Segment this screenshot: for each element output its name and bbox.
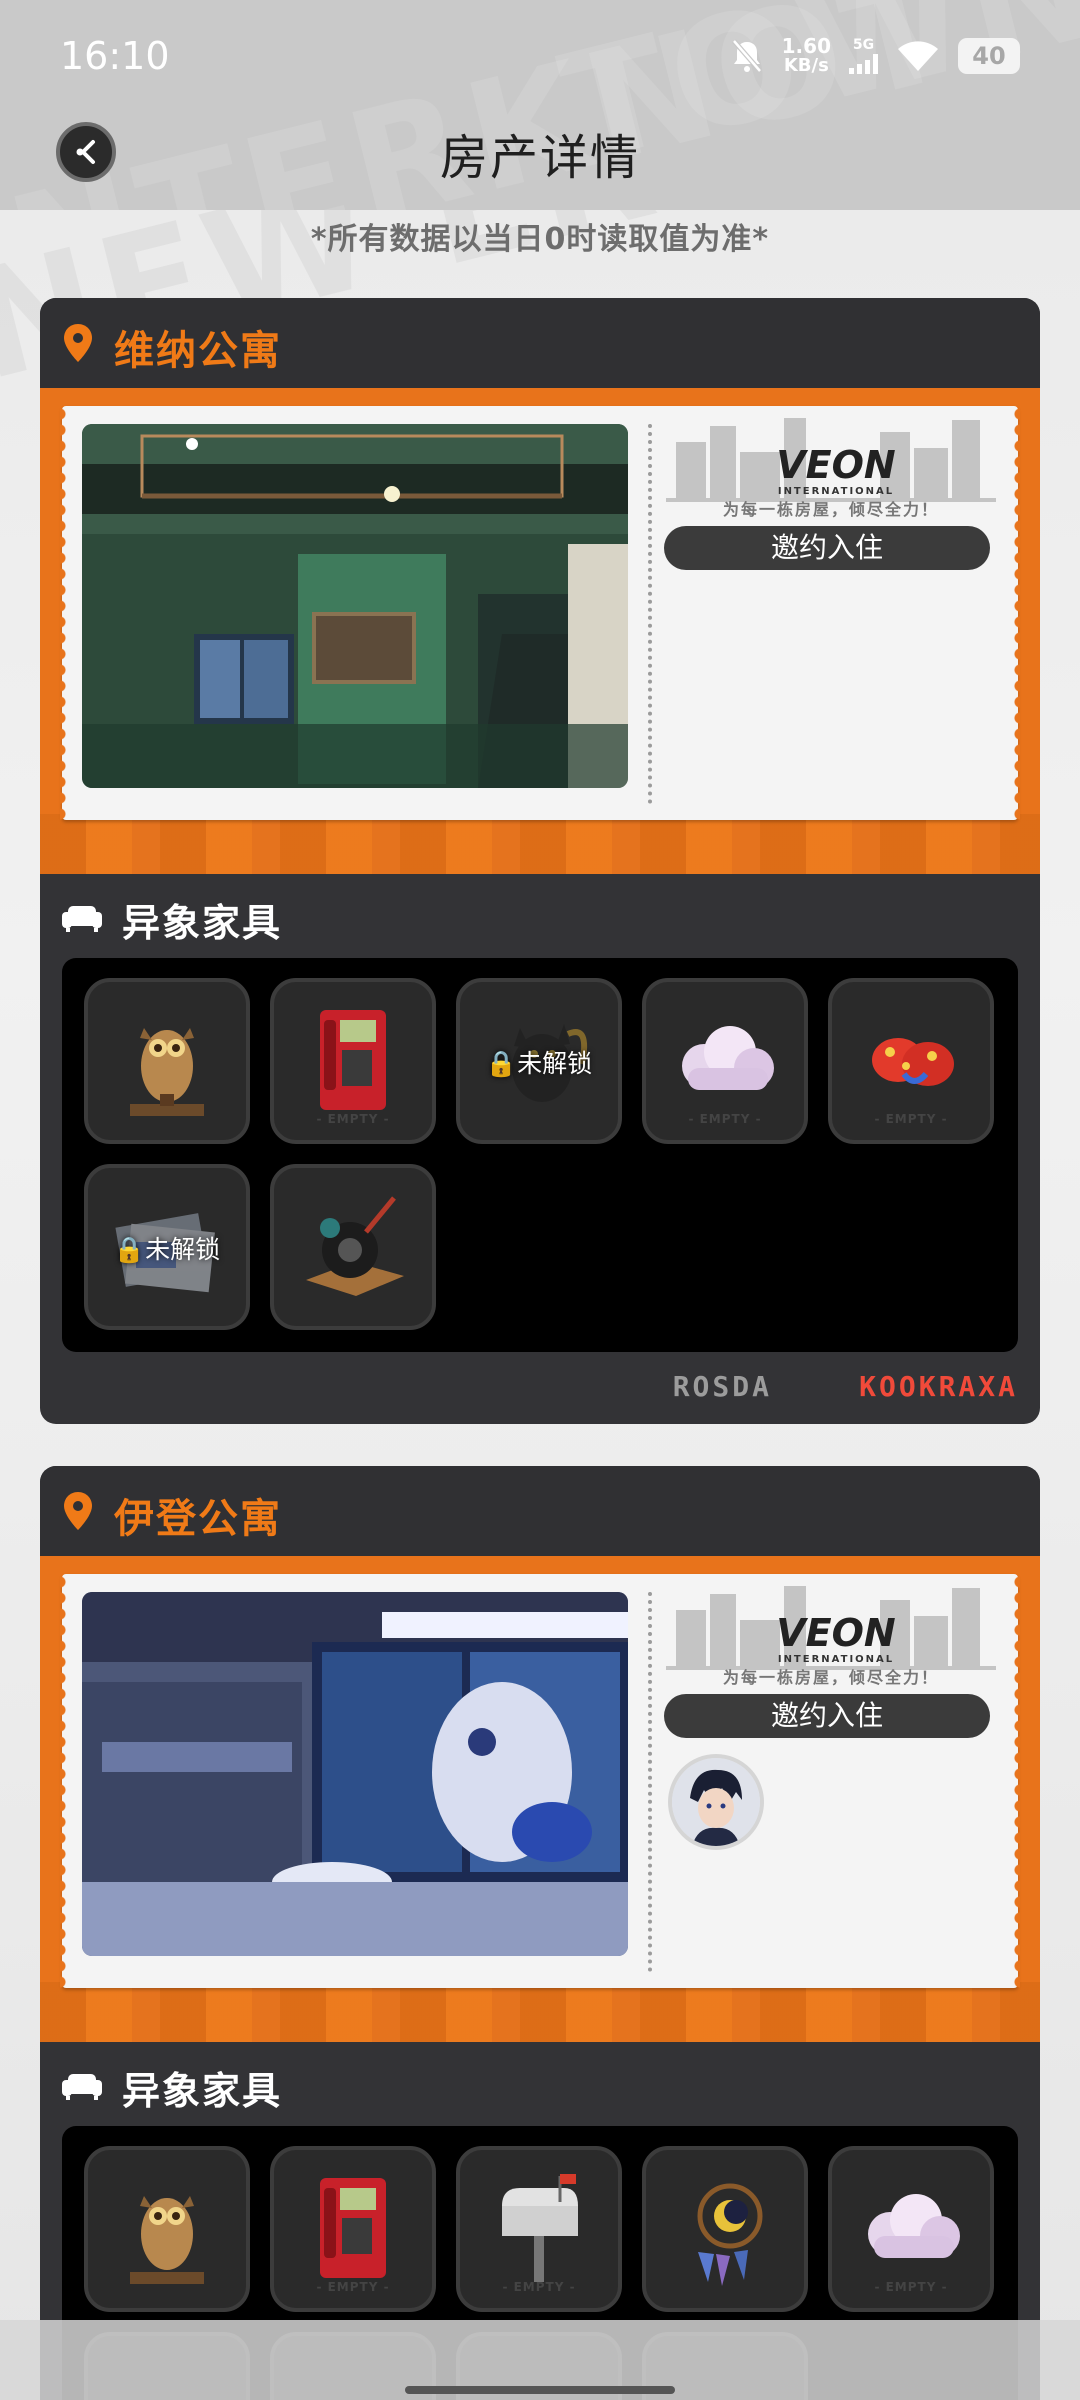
svg-text:VEON: VEON	[776, 1611, 895, 1655]
owl-statue-icon	[130, 1028, 204, 1116]
invite-button[interactable]: 邀约入住	[664, 526, 990, 570]
brand-left: ROSDA	[672, 1370, 772, 1403]
avatar	[672, 1758, 760, 1846]
empty-label: - EMPTY -	[316, 1112, 390, 1126]
location-pin-icon	[64, 1492, 92, 1530]
furniture-header: 异象家具	[40, 2042, 1040, 2126]
furniture-slot[interactable]: - EMPTY -	[270, 978, 436, 1144]
furniture-slot[interactable]: - EMPTY -	[828, 2146, 994, 2312]
furniture-slot[interactable]	[270, 1164, 436, 1330]
furniture-slot[interactable]	[84, 978, 250, 1144]
wifi-icon	[898, 41, 938, 71]
furniture-title: 异象家具	[122, 901, 283, 945]
red-mushroom-icon	[872, 1038, 954, 1086]
property-ticket-band: VEON INTERNATIONAL 为每一栋房屋，倾尽全力！ 邀约入住	[40, 388, 1040, 874]
ticket-perforation	[648, 424, 652, 804]
data-notice: *所有数据以当日0时读取值为准*	[310, 222, 770, 257]
property-card-eden: 伊登公寓 VEON INTERNATIONAL 为每一栋房屋，倾尽全力！ 邀约入…	[40, 1466, 1040, 2400]
sofa-icon	[62, 2074, 102, 2100]
invite-button[interactable]: 邀约入住	[664, 1694, 990, 1738]
furniture-slot[interactable]: - EMPTY -	[828, 978, 994, 1144]
battery-indicator: 40	[958, 38, 1020, 74]
furniture-slot[interactable]: - EMPTY -	[270, 2146, 436, 2312]
red-phone-booth-icon	[320, 2178, 386, 2278]
pink-cloud-icon	[868, 2194, 960, 2258]
property-header: 维纳公寓	[40, 298, 1040, 388]
property-card-vienna: 维纳公寓 VEON INTERNATIONAL 为每一栋房屋，倾尽全力！ 邀约入…	[40, 298, 1040, 1424]
net-speed-value: 1.60	[781, 34, 831, 58]
property-ticket: VEON INTERNATIONAL 为每一栋房屋，倾尽全力！ 邀约入住	[60, 1574, 1018, 1988]
property-name: 维纳公寓	[114, 328, 282, 374]
location-pin-icon	[64, 324, 92, 362]
furniture-slot[interactable]	[642, 2146, 808, 2312]
mailbox-icon	[502, 2174, 578, 2282]
net-speed: 1.60 KB/s	[782, 36, 831, 76]
furniture-slot-locked[interactable]: 🔒未解锁	[84, 1164, 250, 1330]
locked-label: 🔒未解锁	[460, 1044, 618, 1080]
property-name: 伊登公寓	[114, 1496, 282, 1542]
apartment-photo	[82, 1592, 628, 1956]
logo-slogan: 为每一栋房屋，倾尽全力！	[722, 500, 939, 519]
status-icons: 1.60 KB/s 5G 40	[730, 34, 1020, 78]
dreamcatcher-icon	[697, 2183, 763, 2286]
property-ticket: VEON INTERNATIONAL 为每一栋房屋，倾尽全力！ 邀约入住	[60, 406, 1018, 820]
brand-footer: ROSDA KOOKRAXA	[40, 1352, 1040, 1418]
empty-label: - EMPTY -	[688, 1112, 762, 1126]
page-title: 房产详情	[439, 130, 640, 186]
empty-label: - EMPTY -	[502, 2280, 576, 2294]
signal-icon: 5G	[849, 38, 878, 74]
top-bar: INTERKNOT TOWN 16:10 1.60 KB/s 5G 40 房产详…	[0, 0, 1080, 210]
svg-text:VEON: VEON	[776, 443, 895, 487]
sofa-icon	[62, 906, 102, 932]
locked-label: 🔒未解锁	[88, 1230, 246, 1266]
tire-stand-icon	[306, 1196, 404, 1296]
lock-text: 未解锁	[517, 1049, 593, 1078]
empty-label: - EMPTY -	[874, 1112, 948, 1126]
home-gesture-handle[interactable]	[405, 2386, 675, 2394]
status-bar: 16:10 1.60 KB/s 5G 40	[0, 0, 1080, 110]
property-header: 伊登公寓	[40, 1466, 1040, 1556]
empty-label: - EMPTY -	[874, 2280, 948, 2294]
owl-statue-icon	[130, 2196, 204, 2284]
resident-avatar[interactable]	[668, 1754, 764, 1850]
status-time: 16:10	[60, 34, 170, 78]
lock-icon: 🔒	[113, 1235, 146, 1264]
logo-slogan: 为每一栋房屋，倾尽全力！	[722, 1668, 939, 1687]
brand-right: KOOKRAXA	[859, 1370, 1018, 1403]
furniture-slot[interactable]: - EMPTY -	[642, 978, 808, 1144]
net-speed-unit: KB/s	[783, 55, 829, 76]
ticket-perforation	[648, 1592, 652, 1972]
furniture-header: 异象家具	[40, 874, 1040, 958]
furniture-slot[interactable]: - EMPTY -	[456, 2146, 622, 2312]
apartment-photo	[82, 424, 628, 788]
property-ticket-band: VEON INTERNATIONAL 为每一栋房屋，倾尽全力！ 邀约入住	[40, 1556, 1040, 2042]
mute-icon	[731, 39, 762, 73]
empty-label: - EMPTY -	[316, 2280, 390, 2294]
lock-icon: 🔒	[485, 1049, 518, 1078]
furniture-slot-locked[interactable]: 🔒未解锁	[456, 978, 622, 1144]
furniture-slot[interactable]	[84, 2146, 250, 2312]
network-type: 5G	[852, 37, 875, 53]
pink-cloud-icon	[682, 1026, 774, 1090]
furniture-grid: - EMPTY - 🔒未解锁 - EMPTY - - EMPTY - 🔒未解锁	[62, 958, 1018, 1352]
lock-text: 未解锁	[145, 1235, 221, 1264]
furniture-title: 异象家具	[122, 2069, 283, 2113]
red-phone-booth-icon	[320, 1010, 386, 1110]
